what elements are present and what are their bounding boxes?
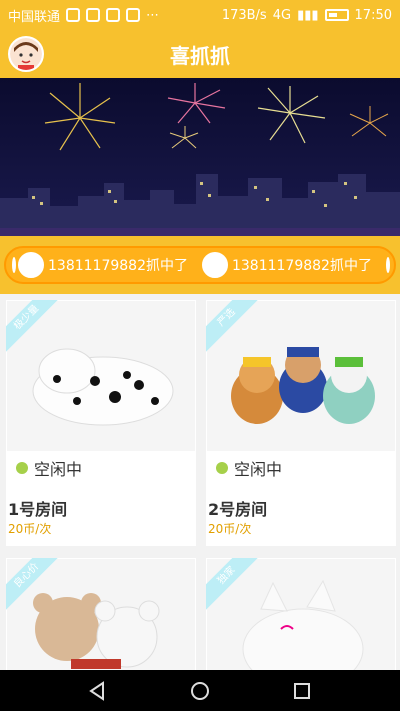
status-dot-icon bbox=[216, 462, 228, 474]
network-speed: 173B/s bbox=[221, 7, 267, 23]
avatar-icon bbox=[10, 38, 42, 70]
room-image-3: 良心价 bbox=[6, 558, 195, 678]
winner-ticker: 13811179882抓中了 13811179882抓中了 bbox=[4, 246, 396, 284]
battery-icon bbox=[324, 9, 349, 21]
banner[interactable] bbox=[0, 78, 400, 236]
fireworks-city-banner bbox=[0, 78, 400, 236]
page-title: 喜抓抓 bbox=[170, 43, 230, 68]
dalmatian-plush-image bbox=[32, 348, 174, 426]
room-price: 20币/次 bbox=[208, 522, 252, 536]
status-bar: 中国联通 ⋯ 173B/s 4G ▮▮▮ 17:50 bbox=[0, 0, 400, 30]
room-image-1: 极少量 bbox=[6, 300, 195, 451]
room-title: 2号房间 bbox=[208, 500, 268, 519]
ticker-avatar bbox=[201, 252, 228, 278]
carrier-label: 中国联通 bbox=[8, 9, 61, 25]
back-icon[interactable] bbox=[87, 680, 109, 702]
home-icon[interactable] bbox=[189, 680, 211, 702]
system-nav-bar bbox=[0, 670, 400, 711]
status-right: 173B/s 4G ▮▮▮ 17:50 bbox=[222, 8, 392, 23]
app-u-icon bbox=[66, 8, 81, 22]
room-image-4: 独家 bbox=[206, 558, 395, 678]
network-label: 4G bbox=[272, 7, 292, 23]
room-status: 空闲中 bbox=[16, 456, 82, 480]
room-status: 空闲中 bbox=[216, 456, 282, 480]
status-left: 中国联通 ⋯ bbox=[8, 6, 160, 25]
app-header: 喜抓抓 bbox=[0, 30, 400, 78]
ticker-item: 13811179882抓中了 bbox=[201, 252, 372, 278]
ticker-text: 13811179882抓中了 bbox=[231, 258, 372, 274]
mail-icon bbox=[86, 8, 101, 22]
signal-icon: ▮▮▮ bbox=[297, 7, 319, 23]
avatar[interactable] bbox=[8, 36, 44, 72]
room-card-3[interactable]: 良心价 bbox=[6, 558, 196, 678]
status-label: 空闲中 bbox=[34, 460, 83, 479]
status-dot-icon bbox=[16, 462, 28, 474]
lock-icon bbox=[106, 8, 121, 22]
coin-icon bbox=[12, 257, 16, 273]
ticker-area: 13811179882抓中了 13811179882抓中了 bbox=[0, 236, 400, 294]
paw-patrol-plush-image bbox=[231, 347, 375, 424]
more-notifications-icon: ⋯ bbox=[146, 7, 161, 23]
room-image-2: 严选 bbox=[206, 300, 395, 451]
room-grid: 极少量 空闲中 1号房间 20币/次 严选 空闲中 2号房间 20币/次 良心价… bbox=[0, 294, 400, 678]
ticker-avatar bbox=[18, 252, 44, 278]
room-title: 1号房间 bbox=[8, 500, 68, 519]
circle-icon bbox=[126, 8, 141, 22]
coin-icon bbox=[385, 257, 390, 273]
room-price: 20币/次 bbox=[8, 522, 52, 536]
recents-icon[interactable] bbox=[291, 680, 313, 702]
status-label: 空闲中 bbox=[234, 460, 283, 479]
room-card-1[interactable]: 极少量 空闲中 1号房间 20币/次 bbox=[6, 300, 196, 546]
ticker-text: 13811179882抓中了 bbox=[48, 258, 188, 274]
clock: 17:50 bbox=[354, 7, 392, 23]
room-card-4[interactable]: 独家 bbox=[206, 558, 396, 678]
ticker-item: 13811179882抓中了 bbox=[18, 252, 188, 278]
room-card-2[interactable]: 严选 空闲中 2号房间 20币/次 bbox=[206, 300, 396, 546]
